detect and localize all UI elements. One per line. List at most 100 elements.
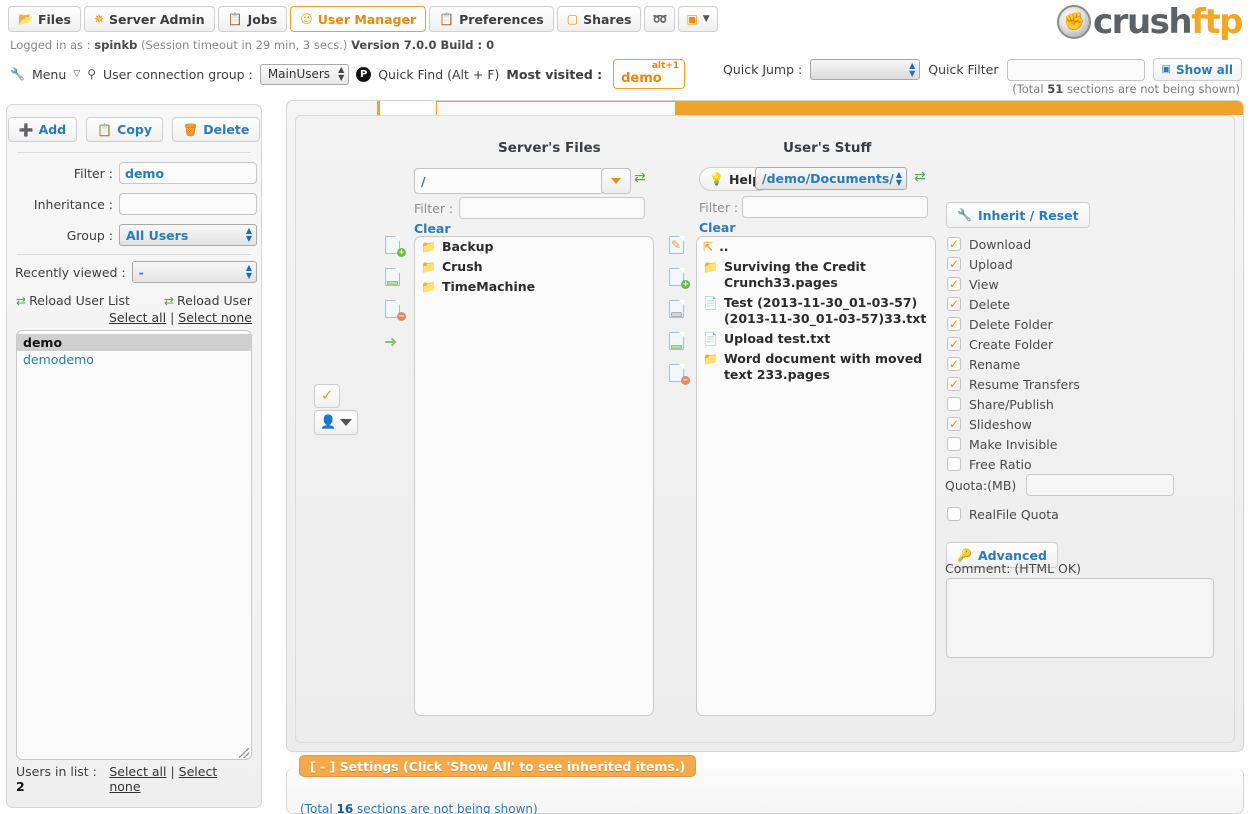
check-toggle-button[interactable]: ✓	[314, 384, 340, 408]
copy-user-button[interactable]: 📋 Copy	[86, 117, 164, 142]
select-links-top: Select all | Select none	[16, 310, 252, 325]
checkbox[interactable]	[947, 457, 961, 471]
checkbox[interactable]	[947, 337, 961, 351]
connection-group-select[interactable]: MainUsers ▲ ▼	[259, 63, 350, 85]
most-visited-demo-button[interactable]: alt+1 demo	[613, 59, 686, 89]
user-filter-input[interactable]	[119, 162, 257, 184]
tab-lock[interactable]: ➿	[644, 6, 676, 32]
session-info-line: Logged in as : spinkb (Session timeout i…	[10, 38, 494, 54]
move-right-icon[interactable]: ➜	[384, 332, 404, 352]
sub-tab-active[interactable]	[436, 101, 676, 115]
checkbox[interactable]	[947, 297, 961, 311]
archive-icon[interactable]	[668, 300, 688, 320]
permission-upload[interactable]: Upload	[947, 254, 1080, 274]
user-dropdown-button[interactable]: 👤	[314, 410, 358, 435]
checkbox[interactable]	[947, 357, 961, 371]
user-path-select[interactable]: /demo/Documents/ ▲ ▼	[755, 167, 907, 190]
checkbox[interactable]	[947, 417, 961, 431]
recently-viewed-select[interactable]: - ▲ ▼	[131, 261, 257, 283]
permission-view[interactable]: View	[947, 274, 1080, 294]
permission-rename[interactable]: Rename	[947, 354, 1080, 374]
checkbox[interactable]	[947, 237, 961, 251]
comment-textarea[interactable]	[946, 578, 1214, 658]
delete-file-icon[interactable]: −	[668, 364, 690, 385]
permission-free-ratio[interactable]: Free Ratio	[947, 454, 1080, 474]
show-all-label: Show all	[1175, 62, 1233, 77]
list-item[interactable]: 📁 Backup	[415, 237, 653, 257]
list-item[interactable]: ⇱ ..	[697, 237, 935, 257]
checkbox[interactable]	[947, 507, 961, 521]
permission-delete[interactable]: Delete	[947, 294, 1080, 314]
permission-make-invisible[interactable]: Make Invisible	[947, 434, 1080, 454]
user-clear-link[interactable]: Clear	[699, 220, 736, 235]
edit-icon[interactable]: ✎	[668, 236, 688, 256]
checkbox[interactable]	[947, 317, 961, 331]
tab-server-admin[interactable]: ✵ Server Admin	[83, 6, 215, 32]
menu-button[interactable]: Menu	[32, 67, 66, 82]
checkbox[interactable]	[947, 257, 961, 271]
file-icon[interactable]	[668, 332, 688, 352]
permission-create-folder[interactable]: Create Folder	[947, 334, 1080, 354]
server-path-input[interactable]	[414, 168, 604, 194]
delete-user-button[interactable]: 🗑 Delete	[172, 117, 261, 142]
file-icon[interactable]	[384, 268, 404, 288]
list-item[interactable]: 📄 Upload test.txt	[697, 329, 935, 349]
permission-download[interactable]: Download	[947, 234, 1080, 254]
user-list-box[interactable]: demo demodemo	[16, 330, 252, 760]
tab-image[interactable]: ▣ ▼	[678, 6, 718, 32]
group-label: Group :	[66, 227, 113, 243]
resize-grip[interactable]	[239, 748, 249, 758]
group-select[interactable]: All Users ▲ ▼	[119, 224, 257, 246]
list-item[interactable]: demodemo	[17, 351, 251, 368]
quick-jump-select[interactable]: ▲ ▼	[810, 59, 921, 80]
quick-filter-input[interactable]	[1006, 58, 1145, 81]
select-none-link[interactable]: Select none	[178, 310, 252, 325]
tab-files[interactable]: 📂 Files	[8, 6, 81, 32]
list-item[interactable]: 📁 Surviving the Credit Crunch33.pages	[697, 257, 935, 293]
server-path-dropdown[interactable]	[601, 168, 631, 194]
tab-jobs[interactable]: 📋 Jobs	[217, 6, 288, 32]
reload-user-button[interactable]: ⇄ Reload User	[164, 293, 252, 308]
show-all-button[interactable]: ▣ Show all	[1152, 58, 1242, 81]
add-user-button[interactable]: ➕ Add	[7, 117, 78, 142]
permission-slideshow[interactable]: Slideshow	[947, 414, 1080, 434]
checkbox[interactable]	[947, 397, 961, 411]
quota-input[interactable]	[1026, 474, 1175, 496]
tab-shares[interactable]: ▢ Shares	[556, 6, 642, 32]
reload-user-list-button[interactable]: ⇄ Reload User List	[16, 293, 130, 308]
select-all-link[interactable]: Select all	[109, 310, 166, 325]
new-file-icon[interactable]: +	[384, 236, 406, 257]
server-refresh-icon[interactable]: ⇄	[634, 170, 646, 186]
user-filter-input[interactable]	[742, 196, 928, 218]
permission-resume-transfers[interactable]: Resume Transfers	[947, 374, 1080, 394]
folder-icon: 📁	[421, 260, 436, 274]
server-clear-link[interactable]: Clear	[414, 221, 451, 236]
sub-tab-partial-left[interactable]	[377, 101, 433, 115]
settings-collapse-toggle[interactable]: [ - ] Settings (Click 'Show All' to see …	[299, 755, 697, 777]
delete-file-icon[interactable]: −	[384, 300, 406, 321]
permission-delete-folder[interactable]: Delete Folder	[947, 314, 1080, 334]
checkbox[interactable]	[947, 377, 961, 391]
new-file-icon[interactable]: +	[668, 268, 690, 289]
list-item[interactable]: 📄 Test (2013-11-30_01-03-57) (2013-11-30…	[697, 293, 935, 329]
permission-realfile-quota[interactable]: RealFile Quota	[947, 504, 1059, 524]
inherit-reset-button[interactable]: 🔧 Inherit / Reset	[946, 202, 1090, 228]
server-file-list[interactable]: 📁 Backup 📁 Crush 📁 TimeMachine	[414, 236, 654, 716]
tab-preferences[interactable]: 📋 Preferences	[429, 6, 554, 32]
select-all-link[interactable]: Select all	[109, 764, 166, 779]
user-refresh-icon[interactable]: ⇄	[914, 169, 926, 185]
hidden-sections-note: (Total 51 sections are not being shown)	[1012, 82, 1240, 96]
tab-user-manager[interactable]: ☺ User Manager	[290, 6, 427, 32]
checkbox[interactable]	[947, 437, 961, 451]
list-item[interactable]: demo	[17, 334, 251, 351]
permission-share-publish[interactable]: Share/Publish	[947, 394, 1080, 414]
inheritance-input[interactable]	[119, 193, 257, 215]
list-item[interactable]: 📁 Crush	[415, 257, 653, 277]
quick-find-button[interactable]: Quick Find (Alt + F)	[378, 67, 499, 82]
checkbox[interactable]	[947, 277, 961, 291]
sidebar-action-buttons: ➕ Add 📋 Copy 🗑 Delete	[7, 105, 261, 142]
list-item[interactable]: 📁 TimeMachine	[415, 277, 653, 297]
user-file-list[interactable]: ⇱ .. 📁 Surviving the Credit Crunch33.pag…	[696, 236, 936, 716]
server-filter-input[interactable]	[459, 197, 645, 219]
list-item[interactable]: 📁 Word document with moved text 233.page…	[697, 349, 935, 385]
